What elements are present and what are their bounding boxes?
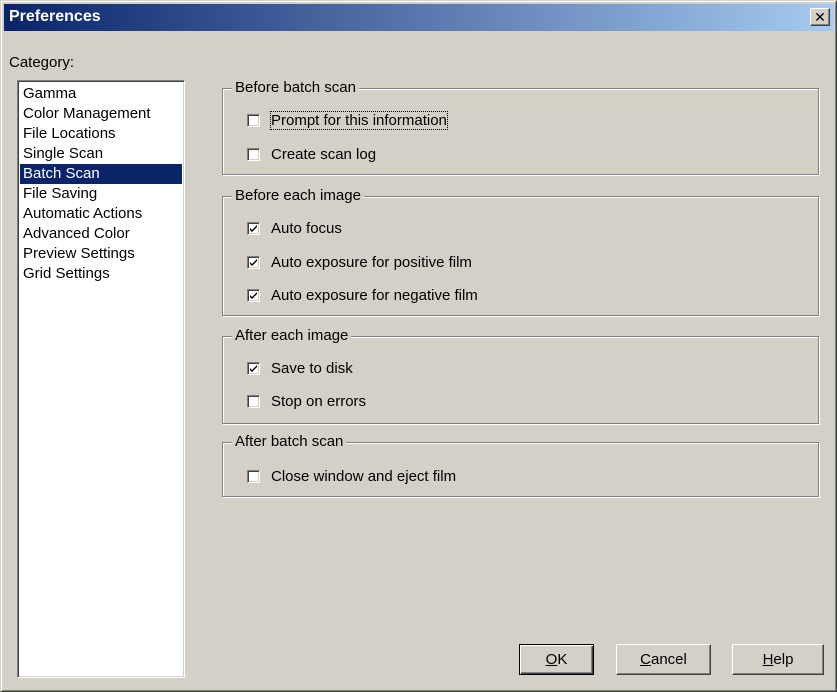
category-label: Category: (9, 54, 75, 71)
category-list[interactable]: Gamma Color Management File Locations Si… (17, 80, 185, 678)
checkmark-icon (250, 224, 257, 232)
checkbox-label: Stop on errors (271, 392, 367, 410)
category-item-automatic-actions[interactable]: Automatic Actions (20, 204, 182, 224)
ok-accelerator: O (545, 651, 558, 668)
group-after-batch-scan: After batch scan Close window and eject … (222, 433, 819, 497)
checkbox-label: Auto exposure for negative film (271, 286, 478, 304)
close-button[interactable]: ✕ (810, 8, 830, 26)
category-item-preview-settings[interactable]: Preview Settings (20, 244, 182, 264)
checkbox-label: Prompt for this information (270, 110, 448, 130)
close-eject-option[interactable]: Close window and eject film (247, 466, 456, 486)
ok-button[interactable]: OK (519, 644, 594, 675)
cancel-accelerator: C (640, 651, 651, 668)
auto-exposure-positive-option[interactable]: Auto exposure for positive film (247, 252, 472, 272)
help-button[interactable]: Help (732, 644, 824, 675)
group-legend: Before batch scan (232, 79, 359, 97)
auto-focus-option[interactable]: Auto focus (247, 218, 342, 238)
category-item-gamma[interactable]: Gamma (20, 84, 182, 104)
checkbox-label: Save to disk (271, 359, 353, 377)
checkbox[interactable] (247, 255, 260, 269)
close-icon: ✕ (814, 9, 826, 25)
checkbox[interactable] (247, 147, 260, 161)
category-item-batch-scan[interactable]: Batch Scan (20, 164, 182, 184)
group-legend: After each image (232, 327, 352, 345)
cancel-label-rest: ancel (650, 651, 687, 668)
checkbox[interactable] (247, 221, 260, 235)
ok-label-rest: K (557, 651, 568, 668)
checkbox-label: Create scan log (271, 145, 377, 163)
category-item-grid-settings[interactable]: Grid Settings (20, 264, 182, 284)
group-after-each-image: After each image Save to disk Stop on er… (222, 327, 819, 424)
cancel-button[interactable]: Cancel (616, 644, 711, 675)
checkbox[interactable] (247, 113, 260, 127)
title-bar[interactable]: Preferences ✕ (4, 4, 833, 31)
checkbox-label: Close window and eject film (271, 467, 457, 485)
checkmark-icon (250, 258, 257, 266)
auto-exposure-negative-option[interactable]: Auto exposure for negative film (247, 285, 478, 305)
help-label-rest: elp (773, 651, 794, 668)
checkmark-icon (250, 364, 257, 372)
checkbox[interactable] (247, 469, 260, 483)
save-to-disk-option[interactable]: Save to disk (247, 358, 353, 378)
checkbox[interactable] (247, 394, 260, 408)
category-item-file-locations[interactable]: File Locations (20, 124, 182, 144)
checkbox-label: Auto exposure for positive film (271, 253, 472, 271)
stop-on-errors-option[interactable]: Stop on errors (247, 391, 366, 411)
create-scan-log-option[interactable]: Create scan log (247, 144, 376, 164)
window-title: Preferences (9, 8, 101, 25)
group-legend: After batch scan (232, 433, 347, 451)
prompt-info-option[interactable]: Prompt for this information (247, 110, 448, 130)
checkbox[interactable] (247, 288, 260, 302)
group-before-batch-scan: Before batch scan Prompt for this inform… (222, 79, 819, 175)
group-before-each-image: Before each image Auto focus Auto exposu… (222, 187, 819, 316)
checkbox-label: Auto focus (271, 219, 342, 237)
checkbox[interactable] (247, 361, 260, 375)
category-item-single-scan[interactable]: Single Scan (20, 144, 182, 164)
preferences-dialog: Preferences ✕ Category: Gamma Color Mana… (0, 0, 837, 692)
checkmark-icon (250, 291, 257, 299)
help-accelerator: H (762, 651, 774, 668)
category-item-file-saving[interactable]: File Saving (20, 184, 182, 204)
category-item-advanced-color[interactable]: Advanced Color (20, 224, 182, 244)
category-item-color-management[interactable]: Color Management (20, 104, 182, 124)
group-legend: Before each image (232, 187, 364, 205)
